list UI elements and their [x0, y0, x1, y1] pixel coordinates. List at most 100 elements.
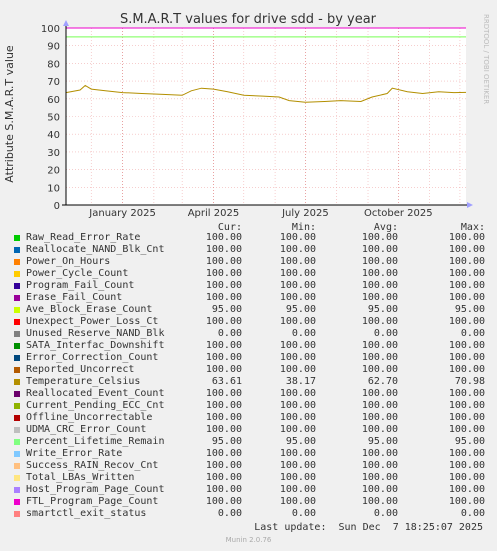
legend-cur-value: 100.00 — [205, 256, 242, 267]
legend-min-value: 100.00 — [279, 232, 316, 243]
legend-swatch — [14, 391, 20, 397]
legend-min-value: 100.00 — [279, 256, 316, 267]
legend-max-value: 100.00 — [448, 460, 485, 471]
legend-max-value: 100.00 — [448, 244, 485, 255]
legend-swatch — [14, 415, 20, 421]
legend-swatch — [14, 295, 20, 301]
legend-cur-value: 63.61 — [211, 376, 242, 387]
legend-min-value: 0.00 — [291, 328, 316, 339]
legend-series-name: Unexpect_Power_Loss_Ct — [26, 316, 159, 327]
legend-min-value: 100.00 — [279, 280, 316, 291]
legend-cur-value: 100.00 — [205, 484, 242, 495]
y-tick-label: 30 — [47, 148, 60, 159]
legend-cur-value: 100.00 — [205, 448, 242, 459]
legend-min-value: 100.00 — [279, 340, 316, 351]
legend-max-value: 0.00 — [460, 328, 485, 339]
x-tick-label: April 2025 — [188, 208, 239, 219]
legend-min-value: 100.00 — [279, 352, 316, 363]
legend-series-name: smartctl_exit_status — [26, 508, 147, 519]
legend-min-value: 100.00 — [279, 412, 316, 423]
legend-avg-value: 100.00 — [361, 484, 398, 495]
munin-version: Munin 2.0.76 — [225, 536, 272, 544]
legend-avg-value: 0.00 — [373, 328, 398, 339]
y-tick-labels: 0 10 20 30 40 50 60 70 80 90 100 — [41, 24, 60, 212]
legend-max-value: 0.00 — [460, 508, 485, 519]
legend-row: FTL_Program_Page_Count 100.00 100.00 100.00… — [0, 496, 497, 508]
legend-row: Host_Program_Page_Count 100.00 100.00 100.0… — [0, 484, 497, 496]
legend-row: Write_Error_Rate 100.00 100.00 100.00 100.00 — [0, 448, 497, 460]
legend-avg-value: 100.00 — [361, 244, 398, 255]
legend-row: Reallocated_Event_Count 100.00 100.00 100.0… — [0, 388, 497, 400]
legend-min-value: 95.00 — [285, 436, 316, 447]
legend-swatch — [14, 343, 20, 349]
legend-row: Temperature_Celsius 63.61 38.17 62.70 70.98 — [0, 376, 497, 388]
legend-cur-value: 100.00 — [205, 244, 242, 255]
legend-max-value: 100.00 — [448, 496, 485, 507]
side-label: RRDTOOL / TOBI OETIKER — [482, 14, 490, 104]
legend-series-name: Write_Error_Rate — [26, 448, 123, 459]
legend-max-value: 100.00 — [448, 448, 485, 459]
legend-swatch — [14, 331, 20, 337]
legend-max-value: 100.00 — [448, 316, 485, 327]
legend-max-value: 100.00 — [448, 400, 485, 411]
legend-max-value: 95.00 — [454, 436, 485, 447]
legend-series-name: Raw_Read_Error_Rate — [26, 232, 141, 243]
legend-swatch — [14, 259, 20, 265]
legend-swatch — [14, 403, 20, 409]
legend-series-name: Error_Correction_Count — [26, 352, 159, 363]
legend-row: Power_Cycle_Count 100.00 100.00 100.00 100.0… — [0, 268, 497, 280]
x-tick-label: July 2025 — [281, 208, 329, 219]
legend-swatch — [14, 355, 20, 361]
y-axis-label: Attribute S.M.A.R.T value — [3, 45, 16, 183]
legend-series-name: Reallocate_NAND_Blk_Cnt — [26, 244, 165, 255]
legend-cur-value: 0.00 — [217, 508, 242, 519]
legend-avg-value: 100.00 — [361, 448, 398, 459]
legend-series-name: Reported_Uncorrect — [26, 364, 135, 375]
legend-series-name: Offline_Uncorrectable — [26, 412, 153, 423]
legend-max-value: 100.00 — [448, 424, 485, 435]
legend-cur-value: 100.00 — [205, 340, 242, 351]
legend-series-name: Erase_Fail_Count — [26, 292, 123, 303]
legend-swatch — [14, 463, 20, 469]
legend-min-value: 100.00 — [279, 364, 316, 375]
x-tick-labels: January 2025 April 2025 July 2025 October 2… — [88, 208, 432, 219]
legend-swatch — [14, 247, 20, 253]
legend-avg-value: 100.00 — [361, 292, 398, 303]
legend-cur-value: 100.00 — [205, 292, 242, 303]
legend-cur-value: 100.00 — [205, 352, 242, 363]
legend-min-value: 100.00 — [279, 388, 316, 399]
legend-series-name: Ave_Block_Erase_Count — [26, 304, 153, 315]
legend-row: Offline_Uncorrectable 100.00 100.00 100.00 1… — [0, 412, 497, 424]
y-axis-arrow-icon — [63, 20, 69, 26]
legend-avg-value: 62.70 — [367, 376, 398, 387]
legend-min-value: 100.00 — [279, 268, 316, 279]
legend-series-name: Reallocated_Event_Count — [26, 388, 165, 399]
legend-series-name: Temperature_Celsius — [26, 376, 141, 387]
legend-series-name: Power_Cycle_Count — [26, 268, 129, 279]
legend-max-value: 70.98 — [454, 376, 485, 387]
legend-cur-value: 100.00 — [205, 424, 242, 435]
legend-avg-value: 95.00 — [367, 304, 398, 315]
legend-cur-value: 0.00 — [217, 328, 242, 339]
x-tick-label: January 2025 — [88, 208, 156, 219]
y-tick-label: 80 — [47, 59, 60, 70]
legend-swatch — [14, 235, 20, 241]
legend-avg-value: 0.00 — [373, 508, 398, 519]
legend-series-name: SATA_Interfac_Downshift — [26, 340, 165, 351]
legend-swatch — [14, 511, 20, 517]
legend-avg-value: 100.00 — [361, 268, 398, 279]
legend-max-value: 100.00 — [448, 472, 485, 483]
legend-min-value: 100.00 — [279, 400, 316, 411]
legend-cur-value: 100.00 — [205, 496, 242, 507]
legend-row: Success_RAIN_Recov_Cnt 100.00 100.00 100.00… — [0, 460, 497, 472]
legend-row: Total_LBAs_Written 100.00 100.00 100.00 100.… — [0, 472, 497, 484]
y-tick-label: 10 — [47, 183, 60, 194]
legend-row: Reported_Uncorrect 100.00 100.00 100.00 100.… — [0, 364, 497, 376]
legend-series-name: Percent_Lifetime_Remain — [26, 436, 165, 447]
legend-swatch — [14, 319, 20, 325]
y-tick-label: 90 — [47, 42, 60, 53]
legend-cur-value: 95.00 — [211, 304, 242, 315]
legend-min-value: 100.00 — [279, 448, 316, 459]
legend-max-value: 100.00 — [448, 388, 485, 399]
y-tick-label: 20 — [47, 166, 60, 177]
